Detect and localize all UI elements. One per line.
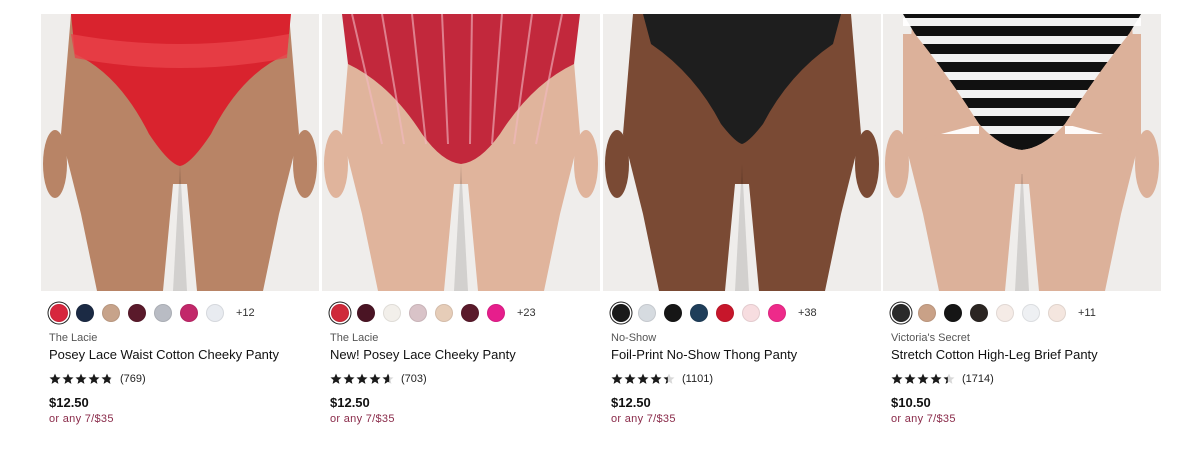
bundle-deal: or any 7/$35 bbox=[611, 413, 676, 425]
color-swatch[interactable] bbox=[996, 304, 1014, 322]
color-swatch[interactable] bbox=[1022, 304, 1040, 322]
color-swatch[interactable] bbox=[742, 304, 760, 322]
rating-stars-icon bbox=[891, 373, 955, 384]
color-swatch[interactable] bbox=[76, 304, 94, 322]
product-image bbox=[41, 14, 319, 291]
color-swatch[interactable] bbox=[944, 304, 962, 322]
review-count: (1101) bbox=[682, 373, 713, 385]
product-image-link[interactable] bbox=[603, 14, 881, 291]
product-price: $12.50 bbox=[330, 395, 370, 410]
rating-stars-icon bbox=[611, 373, 675, 384]
color-swatch[interactable] bbox=[487, 304, 505, 322]
color-swatch[interactable] bbox=[102, 304, 120, 322]
bundle-deal: or any 7/$35 bbox=[330, 413, 395, 425]
rating-stars bbox=[891, 372, 957, 390]
collection-name: The Lacie bbox=[330, 332, 379, 344]
color-swatch[interactable] bbox=[716, 304, 734, 322]
product-card[interactable]: +11 Victoria's Secret Stretch Cotton High-… bbox=[883, 14, 1161, 452]
product-price: $12.50 bbox=[49, 395, 89, 410]
rating-stars-icon bbox=[330, 373, 394, 384]
color-swatch[interactable] bbox=[50, 304, 68, 322]
color-swatch[interactable] bbox=[918, 304, 936, 322]
color-swatch[interactable] bbox=[690, 304, 708, 322]
color-swatch[interactable] bbox=[331, 304, 349, 322]
product-title[interactable]: New! Posey Lace Cheeky Panty bbox=[330, 347, 516, 362]
rating-stars bbox=[611, 372, 677, 390]
product-card[interactable]: +12 The Lacie Posey Lace Waist Cotton Chee… bbox=[41, 14, 319, 452]
product-image-link[interactable] bbox=[322, 14, 600, 291]
color-swatch[interactable] bbox=[409, 304, 427, 322]
color-swatch[interactable] bbox=[180, 304, 198, 322]
product-title[interactable]: Stretch Cotton High-Leg Brief Panty bbox=[891, 347, 1098, 362]
color-swatch[interactable] bbox=[970, 304, 988, 322]
color-swatch[interactable] bbox=[768, 304, 786, 322]
product-title[interactable]: Foil-Print No-Show Thong Panty bbox=[611, 347, 797, 362]
product-image-link[interactable] bbox=[883, 14, 1161, 291]
color-swatch[interactable] bbox=[664, 304, 682, 322]
bundle-deal: or any 7/$35 bbox=[891, 413, 956, 425]
color-swatch[interactable] bbox=[383, 304, 401, 322]
rating-stars-icon bbox=[49, 373, 113, 384]
review-count: (703) bbox=[401, 373, 427, 385]
color-swatch[interactable] bbox=[128, 304, 146, 322]
rating-stars bbox=[49, 372, 115, 390]
color-swatch[interactable] bbox=[154, 304, 172, 322]
product-image bbox=[603, 14, 881, 291]
product-price: $12.50 bbox=[611, 395, 651, 410]
product-image bbox=[322, 14, 600, 291]
color-swatch[interactable] bbox=[435, 304, 453, 322]
color-swatch[interactable] bbox=[357, 304, 375, 322]
collection-name: No-Show bbox=[611, 332, 657, 344]
color-swatches: +38 bbox=[611, 304, 881, 322]
review-count: (1714) bbox=[962, 373, 994, 385]
review-count: (769) bbox=[120, 373, 146, 385]
more-colors-link[interactable]: +12 bbox=[236, 306, 255, 320]
product-price: $10.50 bbox=[891, 395, 931, 410]
more-colors-link[interactable]: +11 bbox=[1078, 306, 1096, 320]
product-image bbox=[883, 14, 1161, 291]
more-colors-link[interactable]: +23 bbox=[517, 306, 536, 320]
collection-name: Victoria's Secret bbox=[891, 332, 970, 344]
color-swatches: +11 bbox=[891, 304, 1161, 322]
color-swatch[interactable] bbox=[206, 304, 224, 322]
bundle-deal: or any 7/$35 bbox=[49, 413, 114, 425]
color-swatches: +12 bbox=[49, 304, 319, 322]
more-colors-link[interactable]: +38 bbox=[798, 306, 817, 320]
product-card[interactable]: +38 No-Show Foil-Print No-Show Thong Panty… bbox=[603, 14, 881, 452]
product-grid: +12 The Lacie Posey Lace Waist Cotton Chee… bbox=[41, 14, 1161, 452]
color-swatch[interactable] bbox=[461, 304, 479, 322]
color-swatch[interactable] bbox=[892, 304, 910, 322]
color-swatch[interactable] bbox=[612, 304, 630, 322]
color-swatches: +23 bbox=[330, 304, 600, 322]
color-swatch[interactable] bbox=[638, 304, 656, 322]
collection-name: The Lacie bbox=[49, 332, 98, 344]
product-card[interactable]: +23 The Lacie New! Posey Lace Cheeky Panty… bbox=[322, 14, 600, 452]
rating-stars bbox=[330, 372, 396, 390]
product-title[interactable]: Posey Lace Waist Cotton Cheeky Panty bbox=[49, 347, 279, 362]
color-swatch[interactable] bbox=[1048, 304, 1066, 322]
product-image-link[interactable] bbox=[41, 14, 319, 291]
